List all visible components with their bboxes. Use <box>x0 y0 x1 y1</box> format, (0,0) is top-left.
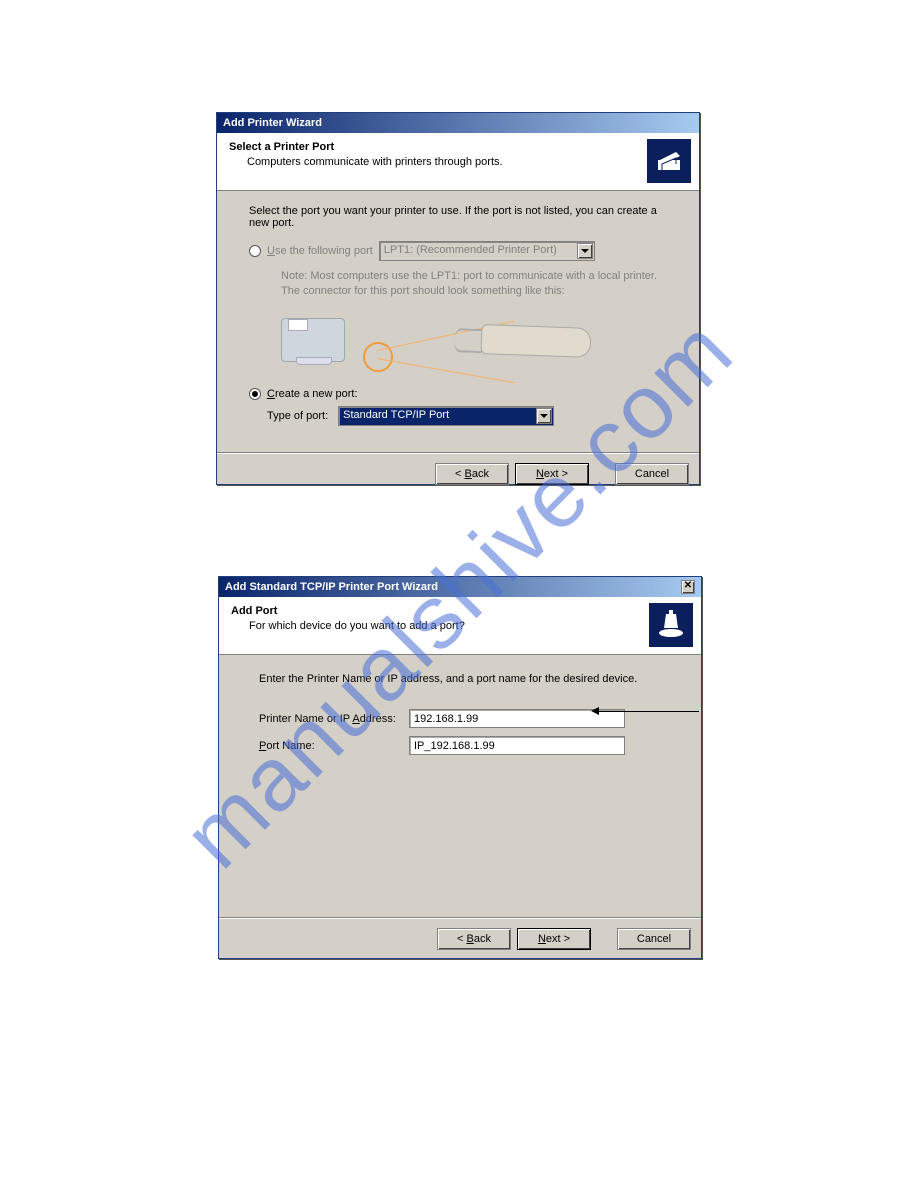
titlebar[interactable]: Add Standard TCP/IP Printer Port Wizard … <box>219 577 701 597</box>
port-name-row: Port Name: <box>259 736 661 755</box>
port-name-input[interactable] <box>409 736 625 755</box>
printer-icon <box>281 318 345 362</box>
ip-address-label: Printer Name or IP Address: <box>259 713 409 725</box>
port-note: Note: Most computers use the LPT1: port … <box>281 269 667 300</box>
cancel-button[interactable]: Cancel <box>615 463 689 485</box>
note-line-1: Note: Most computers use the LPT1: port … <box>281 269 667 284</box>
type-of-port-label: Type of port: <box>267 410 328 422</box>
use-port-combo: LPT1: (Recommended Printer Port) <box>379 241 595 261</box>
use-port-combo-text: LPT1: (Recommended Printer Port) <box>384 244 557 256</box>
port-illustration <box>281 308 591 380</box>
create-new-port-label: Create a new port: <box>267 388 358 400</box>
back-button[interactable]: < Back <box>435 463 509 485</box>
printer-header-icon <box>647 139 691 183</box>
next-button[interactable]: Next > <box>515 463 589 485</box>
add-tcpip-port-wizard-dialog: Add Standard TCP/IP Printer Port Wizard … <box>218 576 702 959</box>
annotation-arrow-icon <box>599 711 699 712</box>
dialog-header: Add Port For which device do you want to… <box>219 597 701 655</box>
button-row: < Back Next > Cancel <box>217 453 699 495</box>
back-button[interactable]: < Back <box>437 928 511 950</box>
titlebar[interactable]: Add Printer Wizard <box>217 113 699 133</box>
use-following-port-label: Use the following port <box>267 245 373 257</box>
dropdown-arrow-icon <box>577 243 593 259</box>
highlight-circle-icon <box>363 342 393 372</box>
cancel-button[interactable]: Cancel <box>617 928 691 950</box>
header-title: Select a Printer Port <box>229 141 687 153</box>
radio-use-following-port-row: Use the following port LPT1: (Recommende… <box>249 241 667 261</box>
next-button[interactable]: Next > <box>517 928 591 950</box>
radio-create-new-port-row: Create a new port: <box>249 388 667 400</box>
use-following-port-radio[interactable] <box>249 245 261 257</box>
dialog-body: Enter the Printer Name or IP address, an… <box>219 655 701 901</box>
port-header-icon <box>649 603 693 647</box>
dialog-body: Select the port you want your printer to… <box>217 191 699 436</box>
header-subtitle: Computers communicate with printers thro… <box>229 153 687 168</box>
create-new-port-radio[interactable] <box>249 388 261 400</box>
connector-icon <box>481 324 592 358</box>
header-subtitle: For which device do you want to add a po… <box>231 617 689 632</box>
type-of-port-combo-text: Standard TCP/IP Port <box>343 409 449 421</box>
button-row: < Back Next > Cancel <box>219 918 701 960</box>
instruction-text: Select the port you want your printer to… <box>249 205 667 229</box>
titlebar-text: Add Standard TCP/IP Printer Port Wizard <box>225 581 438 593</box>
note-line-2: The connector for this port should look … <box>281 284 667 299</box>
close-button[interactable]: ✕ <box>681 580 695 594</box>
port-name-label: Port Name: <box>259 740 409 752</box>
instruction-text: Enter the Printer Name or IP address, an… <box>259 673 661 685</box>
header-title: Add Port <box>231 605 689 617</box>
add-printer-wizard-dialog: Add Printer Wizard Select a Printer Port… <box>216 112 700 485</box>
titlebar-text: Add Printer Wizard <box>223 117 322 129</box>
dialog-header: Select a Printer Port Computers communic… <box>217 133 699 191</box>
type-of-port-combo[interactable]: Standard TCP/IP Port <box>338 406 554 426</box>
type-of-port-row: Type of port: Standard TCP/IP Port <box>267 406 667 426</box>
dropdown-arrow-icon[interactable] <box>536 408 552 424</box>
